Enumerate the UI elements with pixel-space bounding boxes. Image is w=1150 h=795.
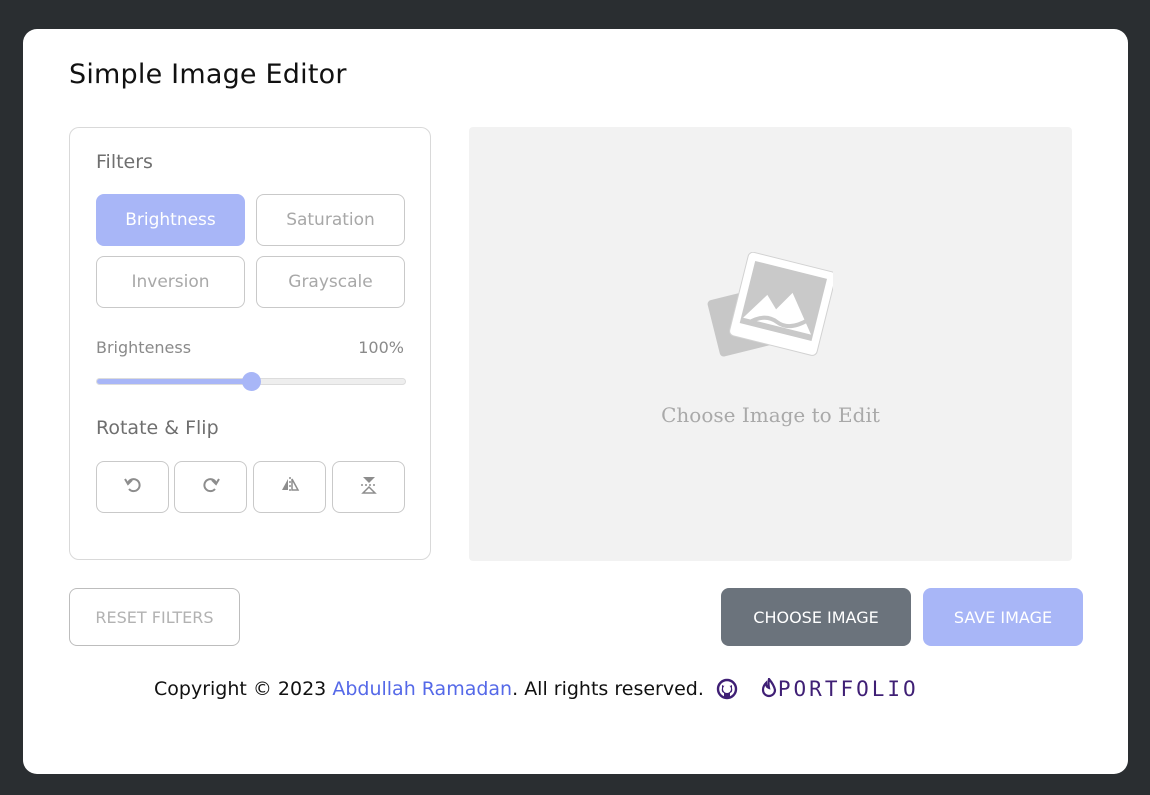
filter-brightness-button[interactable]: Brightness xyxy=(96,194,245,246)
choose-image-button[interactable]: CHOOSE IMAGE xyxy=(721,588,911,646)
rotate-left-icon xyxy=(123,475,143,499)
flip-vertical-button[interactable] xyxy=(332,461,405,513)
github-icon[interactable] xyxy=(716,678,738,700)
footer-copyright-prefix: Copyright © 2023 xyxy=(154,678,327,700)
save-image-button[interactable]: SAVE IMAGE xyxy=(923,588,1083,646)
filters-heading: Filters xyxy=(96,151,153,173)
rotate-flip-heading: Rotate & Flip xyxy=(96,417,219,439)
slider-fill xyxy=(97,379,251,384)
slider-thumb[interactable] xyxy=(242,372,261,391)
editor-card: Simple Image Editor Filters Brightness S… xyxy=(23,29,1128,774)
filter-saturation-button[interactable]: Saturation xyxy=(256,194,405,246)
reset-filters-button[interactable]: RESET FILTERS xyxy=(69,588,240,646)
flame-icon xyxy=(760,678,778,700)
image-placeholder-icon xyxy=(707,251,837,371)
page-title: Simple Image Editor xyxy=(69,59,347,90)
rotate-right-icon xyxy=(201,475,221,499)
image-preview: Choose Image to Edit xyxy=(469,127,1072,561)
flip-vertical-icon xyxy=(359,475,379,499)
footer: Copyright © 2023 Abdullah Ramadan. All r… xyxy=(154,674,919,704)
slider-value: 100% xyxy=(358,338,404,357)
filter-grayscale-button[interactable]: Grayscale xyxy=(256,256,405,308)
controls-panel: Filters Brightness Saturation Inversion … xyxy=(69,127,431,560)
brightness-slider[interactable] xyxy=(96,372,406,391)
flip-horizontal-button[interactable] xyxy=(253,461,326,513)
preview-placeholder-text: Choose Image to Edit xyxy=(661,403,880,427)
filter-inversion-button[interactable]: Inversion xyxy=(96,256,245,308)
author-link[interactable]: Abdullah Ramadan xyxy=(332,678,512,700)
rotate-left-button[interactable] xyxy=(96,461,169,513)
flip-horizontal-icon xyxy=(280,475,300,499)
slider-label: Brighteness xyxy=(96,338,192,357)
rotate-right-button[interactable] xyxy=(174,461,247,513)
portfolio-link[interactable]: PORTFOLIO xyxy=(760,677,919,701)
portfolio-label: PORTFOLIO xyxy=(777,677,919,701)
footer-copyright-suffix: . All rights reserved. xyxy=(512,678,704,700)
